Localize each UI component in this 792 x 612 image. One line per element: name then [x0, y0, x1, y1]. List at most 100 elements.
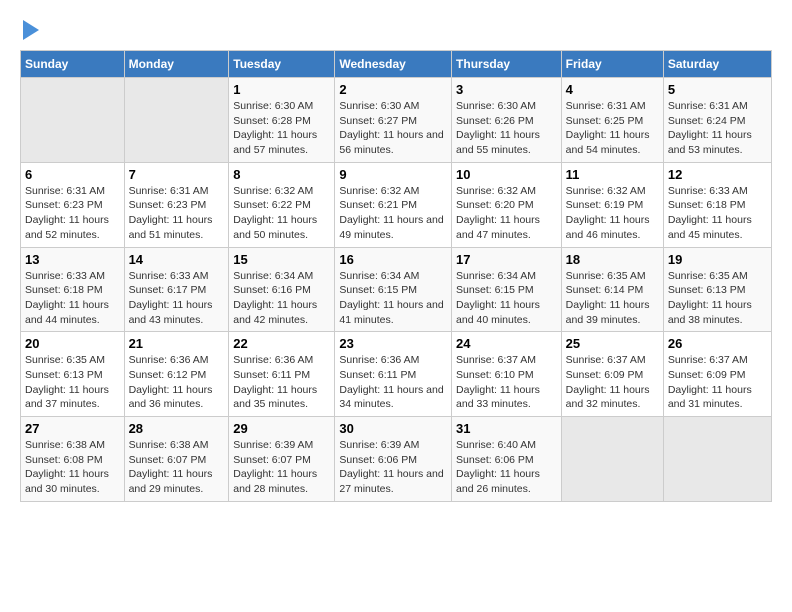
day-info: Sunrise: 6:36 AMSunset: 6:12 PMDaylight:…	[129, 353, 225, 412]
day-info: Sunrise: 6:37 AMSunset: 6:09 PMDaylight:…	[668, 353, 767, 412]
day-info: Sunrise: 6:34 AMSunset: 6:15 PMDaylight:…	[339, 269, 447, 328]
calendar-cell: 30 Sunrise: 6:39 AMSunset: 6:06 PMDayligh…	[335, 417, 452, 502]
calendar-cell: 10 Sunrise: 6:32 AMSunset: 6:20 PMDayligh…	[452, 162, 562, 247]
day-number: 3	[456, 82, 557, 97]
day-info: Sunrise: 6:38 AMSunset: 6:08 PMDaylight:…	[25, 438, 120, 497]
calendar-cell: 15 Sunrise: 6:34 AMSunset: 6:16 PMDayligh…	[229, 247, 335, 332]
day-of-week-header: Monday	[124, 51, 229, 78]
calendar-cell	[124, 78, 229, 163]
day-info: Sunrise: 6:30 AMSunset: 6:28 PMDaylight:…	[233, 99, 330, 158]
day-number: 18	[566, 252, 659, 267]
calendar-cell: 11Sunrise: 6:32 AMSunset: 6:19 PMDayligh…	[561, 162, 663, 247]
logo	[20, 20, 39, 40]
calendar-cell: 21 Sunrise: 6:36 AMSunset: 6:12 PMDayligh…	[124, 332, 229, 417]
day-info: Sunrise: 6:37 AMSunset: 6:10 PMDaylight:…	[456, 353, 557, 412]
calendar-cell: 29 Sunrise: 6:39 AMSunset: 6:07 PMDayligh…	[229, 417, 335, 502]
day-number: 2	[339, 82, 447, 97]
calendar-cell: 13 Sunrise: 6:33 AMSunset: 6:18 PMDayligh…	[21, 247, 125, 332]
day-of-week-header: Tuesday	[229, 51, 335, 78]
day-info: Sunrise: 6:33 AMSunset: 6:18 PMDaylight:…	[25, 269, 120, 328]
day-info: Sunrise: 6:35 AMSunset: 6:13 PMDaylight:…	[668, 269, 767, 328]
day-info: Sunrise: 6:31 AMSunset: 6:24 PMDaylight:…	[668, 99, 767, 158]
calendar-cell: 22 Sunrise: 6:36 AMSunset: 6:11 PMDayligh…	[229, 332, 335, 417]
logo-arrow-icon	[23, 20, 39, 40]
calendar-cell	[21, 78, 125, 163]
calendar-cell: 16 Sunrise: 6:34 AMSunset: 6:15 PMDayligh…	[335, 247, 452, 332]
day-info: Sunrise: 6:33 AMSunset: 6:18 PMDaylight:…	[668, 184, 767, 243]
day-number: 17	[456, 252, 557, 267]
day-info: Sunrise: 6:39 AMSunset: 6:06 PMDaylight:…	[339, 438, 447, 497]
day-number: 29	[233, 421, 330, 436]
day-info: Sunrise: 6:38 AMSunset: 6:07 PMDaylight:…	[129, 438, 225, 497]
day-info: Sunrise: 6:30 AMSunset: 6:27 PMDaylight:…	[339, 99, 447, 158]
day-number: 4	[566, 82, 659, 97]
calendar-cell: 1 Sunrise: 6:30 AMSunset: 6:28 PMDaylight…	[229, 78, 335, 163]
calendar-cell	[561, 417, 663, 502]
day-info: Sunrise: 6:39 AMSunset: 6:07 PMDaylight:…	[233, 438, 330, 497]
day-of-week-header: Sunday	[21, 51, 125, 78]
day-info: Sunrise: 6:34 AMSunset: 6:15 PMDaylight:…	[456, 269, 557, 328]
day-number: 1	[233, 82, 330, 97]
day-info: Sunrise: 6:35 AMSunset: 6:14 PMDaylight:…	[566, 269, 659, 328]
calendar-cell: 23 Sunrise: 6:36 AMSunset: 6:11 PMDayligh…	[335, 332, 452, 417]
day-number: 20	[25, 336, 120, 351]
calendar-cell: 31Sunrise: 6:40 AMSunset: 6:06 PMDayligh…	[452, 417, 562, 502]
calendar-cell: 17 Sunrise: 6:34 AMSunset: 6:15 PMDayligh…	[452, 247, 562, 332]
day-number: 16	[339, 252, 447, 267]
calendar-cell: 27 Sunrise: 6:38 AMSunset: 6:08 PMDayligh…	[21, 417, 125, 502]
calendar-cell: 19 Sunrise: 6:35 AMSunset: 6:13 PMDayligh…	[663, 247, 771, 332]
calendar-cell: 4 Sunrise: 6:31 AMSunset: 6:25 PMDaylight…	[561, 78, 663, 163]
day-of-week-header: Wednesday	[335, 51, 452, 78]
day-info: Sunrise: 6:32 AMSunset: 6:21 PMDaylight:…	[339, 184, 447, 243]
calendar-cell: 26 Sunrise: 6:37 AMSunset: 6:09 PMDayligh…	[663, 332, 771, 417]
day-info: Sunrise: 6:31 AMSunset: 6:25 PMDaylight:…	[566, 99, 659, 158]
calendar-cell: 5 Sunrise: 6:31 AMSunset: 6:24 PMDaylight…	[663, 78, 771, 163]
day-info: Sunrise: 6:36 AMSunset: 6:11 PMDaylight:…	[233, 353, 330, 412]
calendar-cell: 25Sunrise: 6:37 AMSunset: 6:09 PMDayligh…	[561, 332, 663, 417]
day-info: Sunrise: 6:32 AMSunset: 6:20 PMDaylight:…	[456, 184, 557, 243]
calendar-cell: 12 Sunrise: 6:33 AMSunset: 6:18 PMDayligh…	[663, 162, 771, 247]
day-number: 28	[129, 421, 225, 436]
day-number: 19	[668, 252, 767, 267]
day-number: 24	[456, 336, 557, 351]
day-number: 10	[456, 167, 557, 182]
day-of-week-header: Saturday	[663, 51, 771, 78]
day-number: 27	[25, 421, 120, 436]
calendar-cell: 3Sunrise: 6:30 AMSunset: 6:26 PMDaylight…	[452, 78, 562, 163]
day-number: 30	[339, 421, 447, 436]
day-info: Sunrise: 6:40 AMSunset: 6:06 PMDaylight:…	[456, 438, 557, 497]
day-number: 9	[339, 167, 447, 182]
calendar-cell	[663, 417, 771, 502]
day-number: 12	[668, 167, 767, 182]
calendar-cell: 18 Sunrise: 6:35 AMSunset: 6:14 PMDayligh…	[561, 247, 663, 332]
day-number: 25	[566, 336, 659, 351]
calendar-cell: 6Sunrise: 6:31 AMSunset: 6:23 PMDaylight…	[21, 162, 125, 247]
calendar-cell: 24 Sunrise: 6:37 AMSunset: 6:10 PMDayligh…	[452, 332, 562, 417]
day-number: 14	[129, 252, 225, 267]
day-number: 26	[668, 336, 767, 351]
day-number: 22	[233, 336, 330, 351]
calendar-cell: 14 Sunrise: 6:33 AMSunset: 6:17 PMDayligh…	[124, 247, 229, 332]
day-info: Sunrise: 6:34 AMSunset: 6:16 PMDaylight:…	[233, 269, 330, 328]
day-info: Sunrise: 6:36 AMSunset: 6:11 PMDaylight:…	[339, 353, 447, 412]
day-number: 8	[233, 167, 330, 182]
day-info: Sunrise: 6:32 AMSunset: 6:22 PMDaylight:…	[233, 184, 330, 243]
calendar-cell: 2 Sunrise: 6:30 AMSunset: 6:27 PMDaylight…	[335, 78, 452, 163]
calendar-cell: 28 Sunrise: 6:38 AMSunset: 6:07 PMDayligh…	[124, 417, 229, 502]
day-info: Sunrise: 6:33 AMSunset: 6:17 PMDaylight:…	[129, 269, 225, 328]
day-number: 23	[339, 336, 447, 351]
day-number: 15	[233, 252, 330, 267]
day-number: 13	[25, 252, 120, 267]
calendar-cell: 8 Sunrise: 6:32 AMSunset: 6:22 PMDaylight…	[229, 162, 335, 247]
day-info: Sunrise: 6:31 AMSunset: 6:23 PMDaylight:…	[25, 184, 120, 243]
day-number: 5	[668, 82, 767, 97]
day-of-week-header: Thursday	[452, 51, 562, 78]
calendar-cell: 9 Sunrise: 6:32 AMSunset: 6:21 PMDaylight…	[335, 162, 452, 247]
calendar-cell: 7Sunrise: 6:31 AMSunset: 6:23 PMDaylight…	[124, 162, 229, 247]
day-number: 21	[129, 336, 225, 351]
day-of-week-header: Friday	[561, 51, 663, 78]
day-info: Sunrise: 6:31 AMSunset: 6:23 PMDaylight:…	[129, 184, 225, 243]
calendar-table: SundayMondayTuesdayWednesdayThursdayFrid…	[20, 50, 772, 502]
calendar-cell: 20Sunrise: 6:35 AMSunset: 6:13 PMDayligh…	[21, 332, 125, 417]
day-info: Sunrise: 6:32 AMSunset: 6:19 PMDaylight:…	[566, 184, 659, 243]
